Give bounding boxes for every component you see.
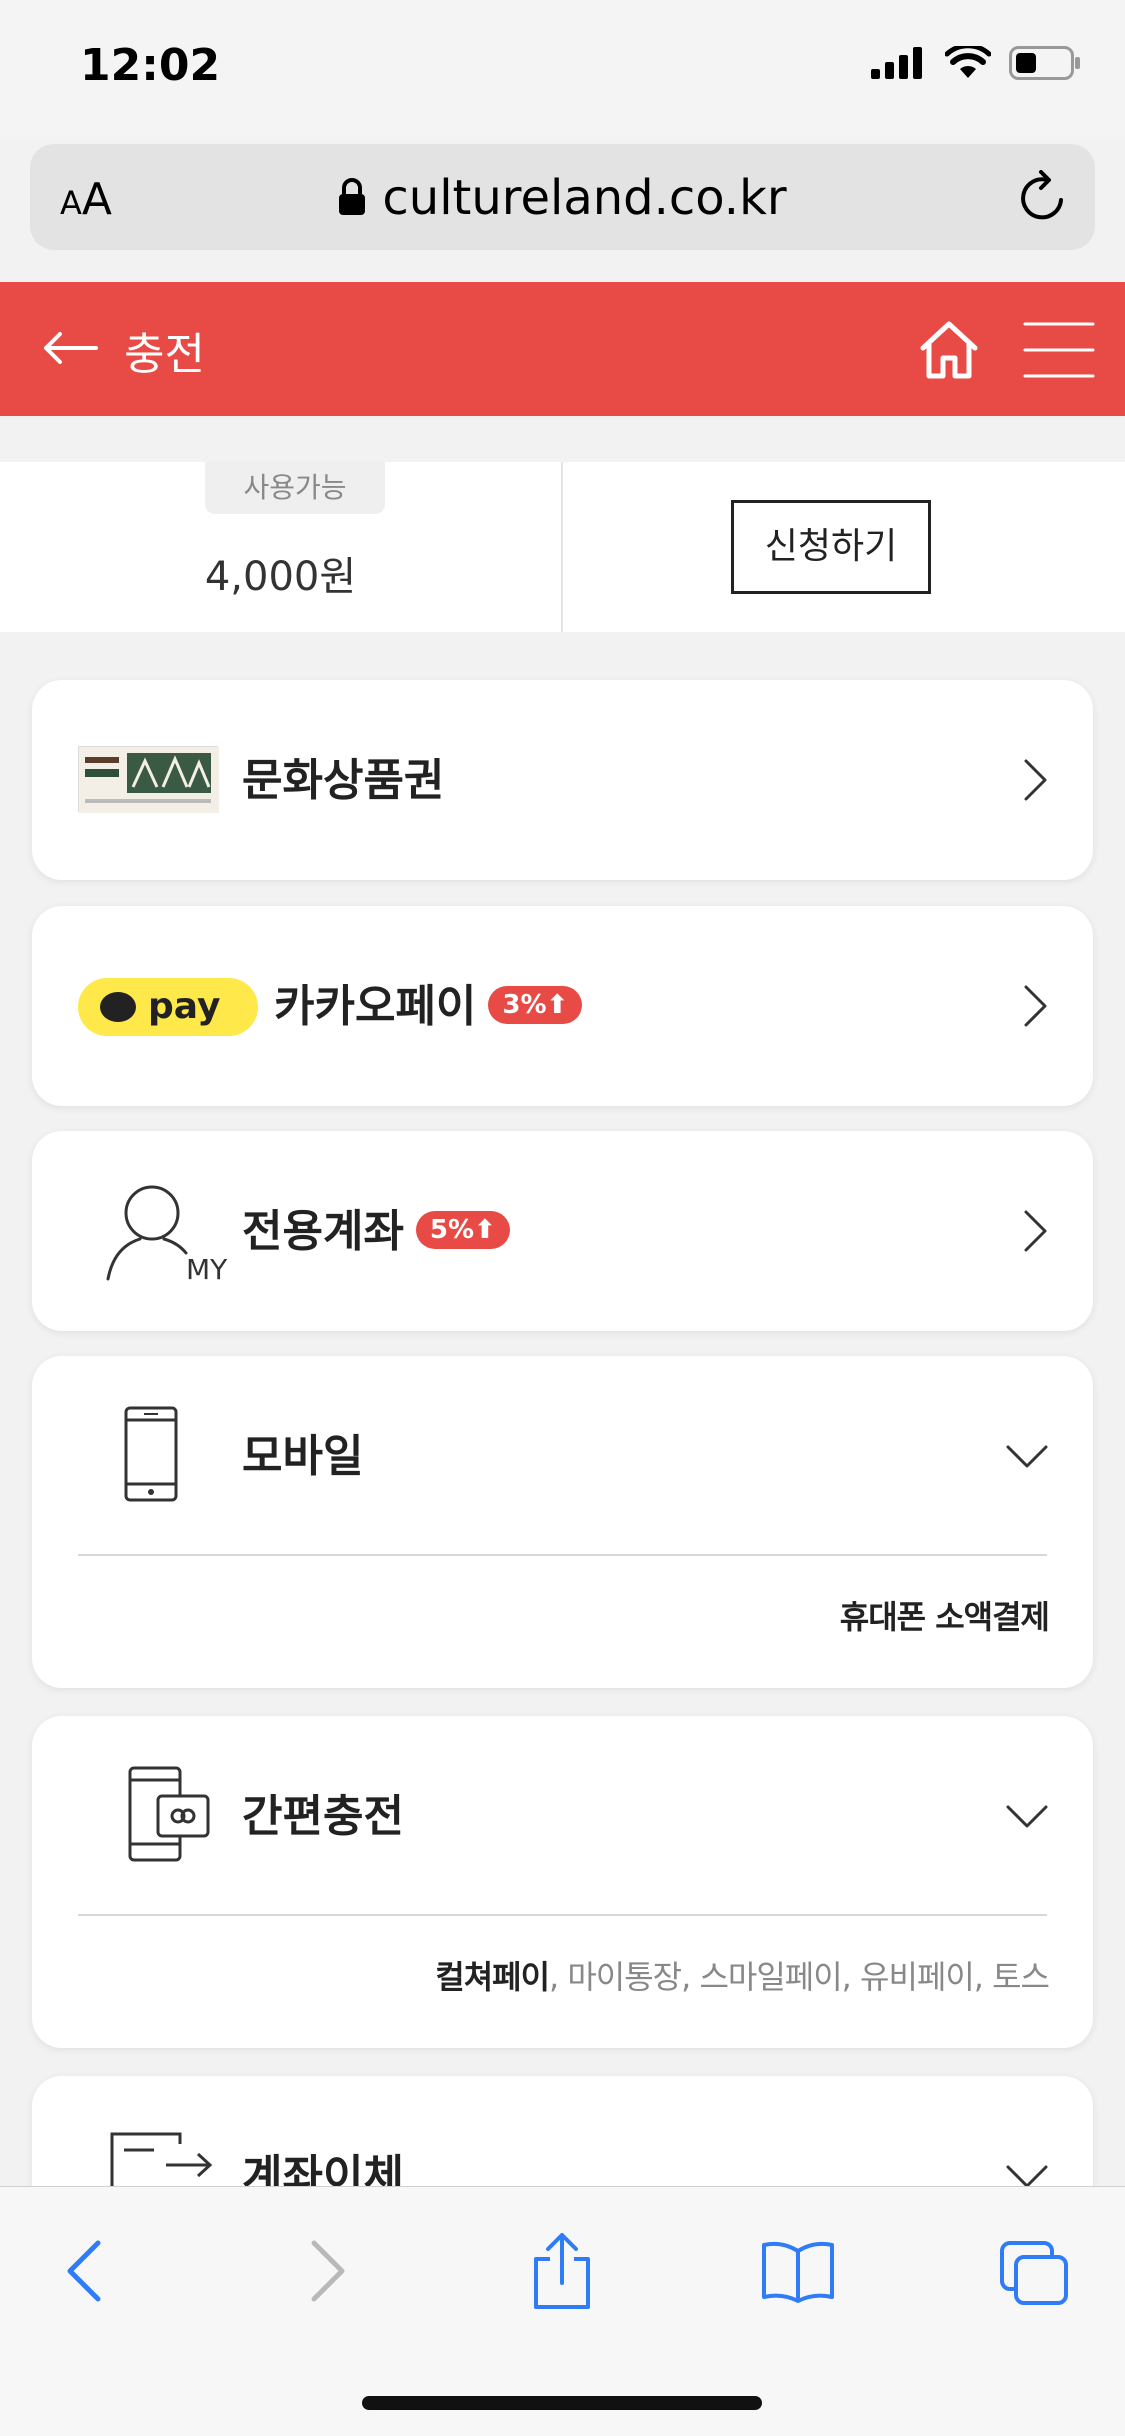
apply-button[interactable]: 신청하기 <box>731 500 931 594</box>
method-card-culture-voucher[interactable]: 문화상품권 <box>32 680 1093 880</box>
my-account-icon: MY <box>106 1185 228 1281</box>
balance-divider <box>561 462 563 632</box>
method-title: 모바일 <box>242 1431 364 1482</box>
chevron-right-icon <box>1024 985 1047 1027</box>
mobile-option-micropayment[interactable]: 휴대폰 소액결제 <box>839 1592 1050 1638</box>
easy-charge-options[interactable]: 컬쳐페이, 마이통장, 스마일페이, 유비페이, 토스 <box>435 1952 1050 1998</box>
voucher-thumbnail <box>78 746 219 813</box>
method-card-easy-charge[interactable]: 간편충전 컬쳐페이, 마이통장, 스마일페이, 유비페이, 토스 <box>32 1716 1093 2048</box>
method-title: 간편충전 <box>242 1791 404 1842</box>
method-title-text: 카카오페이 <box>274 981 477 1032</box>
chevron-right-icon <box>1024 759 1047 801</box>
card-divider <box>78 1914 1047 1916</box>
method-title: 문화상품권 <box>242 755 445 806</box>
easy-charge-option-others[interactable]: , 마이통장, 스마일페이, 유비페이, 토스 <box>549 1958 1050 1996</box>
status-time: 12:02 <box>80 40 221 91</box>
card-divider <box>78 1554 1047 1556</box>
page-header: 충전 <box>0 282 1125 416</box>
method-card-dedicated-account[interactable]: MY 전용계좌 5%⬆ <box>32 1131 1093 1331</box>
speech-bubble-icon <box>100 992 136 1022</box>
chevron-right-icon <box>1024 1210 1047 1252</box>
voucher-image-icon <box>79 747 219 813</box>
status-bar: 12:02 <box>0 0 1125 140</box>
reload-icon[interactable] <box>1017 170 1069 224</box>
method-card-kakaopay[interactable]: pay 카카오페이 3%⬆ <box>32 906 1093 1106</box>
share-icon[interactable] <box>530 2231 594 2311</box>
page-title: 충전 <box>124 329 205 380</box>
browser-back-icon[interactable] <box>62 2239 106 2303</box>
back-arrow-icon[interactable] <box>40 328 100 368</box>
method-title: 전용계좌 5%⬆ <box>242 1195 510 1259</box>
mobile-option-label: 휴대폰 소액결제 <box>839 1598 1050 1636</box>
bookmarks-icon[interactable] <box>760 2239 836 2303</box>
method-title-text: 전용계좌 <box>242 1206 404 1257</box>
chevron-down-icon[interactable] <box>1005 1444 1049 1470</box>
home-indicator <box>362 2396 762 2410</box>
method-title: 카카오페이 3%⬆ <box>274 970 583 1034</box>
tabs-icon[interactable] <box>998 2239 1070 2307</box>
chevron-down-icon[interactable] <box>1005 1804 1049 1830</box>
balance-panel: 사용가능 4,000원 신청하기 <box>0 462 1125 632</box>
status-icons <box>871 46 1081 80</box>
browser-forward-icon[interactable] <box>306 2239 350 2303</box>
promo-badge: 5%⬆ <box>415 1211 510 1249</box>
available-label: 사용가능 <box>205 462 385 514</box>
hamburger-menu-icon[interactable] <box>1023 320 1095 380</box>
lock-icon <box>339 178 366 215</box>
kakaopay-logo: pay <box>78 978 258 1036</box>
mobile-phone-icon <box>124 1406 178 1502</box>
promo-badge: 3%⬆ <box>488 986 583 1024</box>
wifi-icon <box>945 46 991 78</box>
url-text: cultureland.co.kr <box>382 170 787 226</box>
balance-amount: 4,000원 <box>204 554 357 600</box>
easy-charge-option-culturepay[interactable]: 컬쳐페이 <box>435 1958 550 1996</box>
address-bar[interactable]: AA cultureland.co.kr <box>30 144 1095 250</box>
signal-icon <box>871 47 922 79</box>
my-icon-label: MY <box>186 1253 228 1281</box>
phone-card-icon <box>128 1766 210 1862</box>
url-display[interactable]: cultureland.co.kr <box>30 170 1095 226</box>
battery-icon <box>1009 46 1080 80</box>
home-icon[interactable] <box>917 320 981 380</box>
kakaopay-logo-text: pay <box>148 986 221 1027</box>
method-card-mobile[interactable]: 모바일 휴대폰 소액결제 <box>32 1356 1093 1688</box>
